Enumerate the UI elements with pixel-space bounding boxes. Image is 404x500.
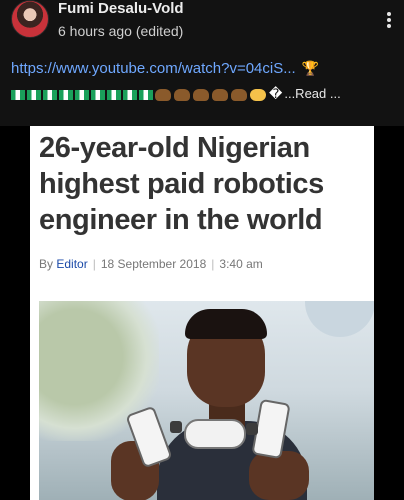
post-body: https://www.youtube.com/watch?v=04ciS...… — [11, 57, 396, 105]
clapping-hands-icon — [231, 88, 247, 101]
post-header: Fumi Desalu-Vold 6 hours ago (edited) — [0, 0, 404, 48]
nigeria-flag-icon — [59, 89, 73, 100]
emoji-line: � ...Read ... — [11, 83, 396, 105]
more-options-icon[interactable] — [384, 10, 394, 30]
byline-separator: | — [211, 257, 215, 271]
byline-author: Editor — [56, 257, 88, 271]
read-more-link[interactable]: ...Read ... — [284, 86, 340, 101]
trophy-icon: 🏆 — [301, 60, 320, 76]
photo-lamp — [305, 301, 374, 337]
clapping-hands-icon — [155, 88, 171, 101]
clapping-hands-icon — [174, 88, 190, 101]
byline-date: 18 September 2018 — [100, 257, 207, 271]
robot-spider — [125, 398, 291, 469]
raised-hands-icon — [250, 88, 266, 101]
nigeria-flag-icon — [123, 89, 137, 100]
nigeria-flag-icon — [75, 89, 89, 100]
article-headline: 26-year-old Nigerian highest paid roboti… — [39, 132, 324, 236]
article-photo — [39, 301, 374, 500]
article-card: 26-year-old Nigerian highest paid roboti… — [30, 126, 374, 500]
nigeria-flag-icon — [27, 89, 41, 100]
nigeria-flag-icon — [43, 89, 57, 100]
link-line: https://www.youtube.com/watch?v=04ciS...… — [11, 57, 396, 80]
person-hair — [185, 309, 267, 339]
clapping-hands-icon — [193, 88, 209, 101]
unknown-glyph: � — [269, 86, 283, 101]
byline-time: 3:40 am — [219, 257, 263, 271]
post-image[interactable]: 26-year-old Nigerian highest paid roboti… — [0, 126, 404, 500]
post-timestamp: 6 hours ago (edited) — [58, 23, 184, 39]
clapping-hands-icon — [212, 88, 228, 101]
nigeria-flag-icon — [11, 89, 25, 100]
byline-separator: | — [92, 257, 96, 271]
nigeria-flag-icon — [107, 89, 121, 100]
article-byline: By Editor | 18 September 2018 | 3:40 am — [39, 257, 263, 271]
author-name[interactable]: Fumi Desalu-Vold — [58, 0, 184, 17]
robot-body — [184, 419, 246, 449]
nigeria-flag-icon — [91, 89, 105, 100]
robot-joint — [170, 421, 182, 433]
byline-prefix: By — [39, 257, 54, 271]
robot-joint — [246, 423, 258, 435]
nigeria-flag-icon — [139, 89, 153, 100]
youtube-link[interactable]: https://www.youtube.com/watch?v=04ciS... — [11, 60, 296, 77]
avatar[interactable] — [11, 0, 49, 38]
